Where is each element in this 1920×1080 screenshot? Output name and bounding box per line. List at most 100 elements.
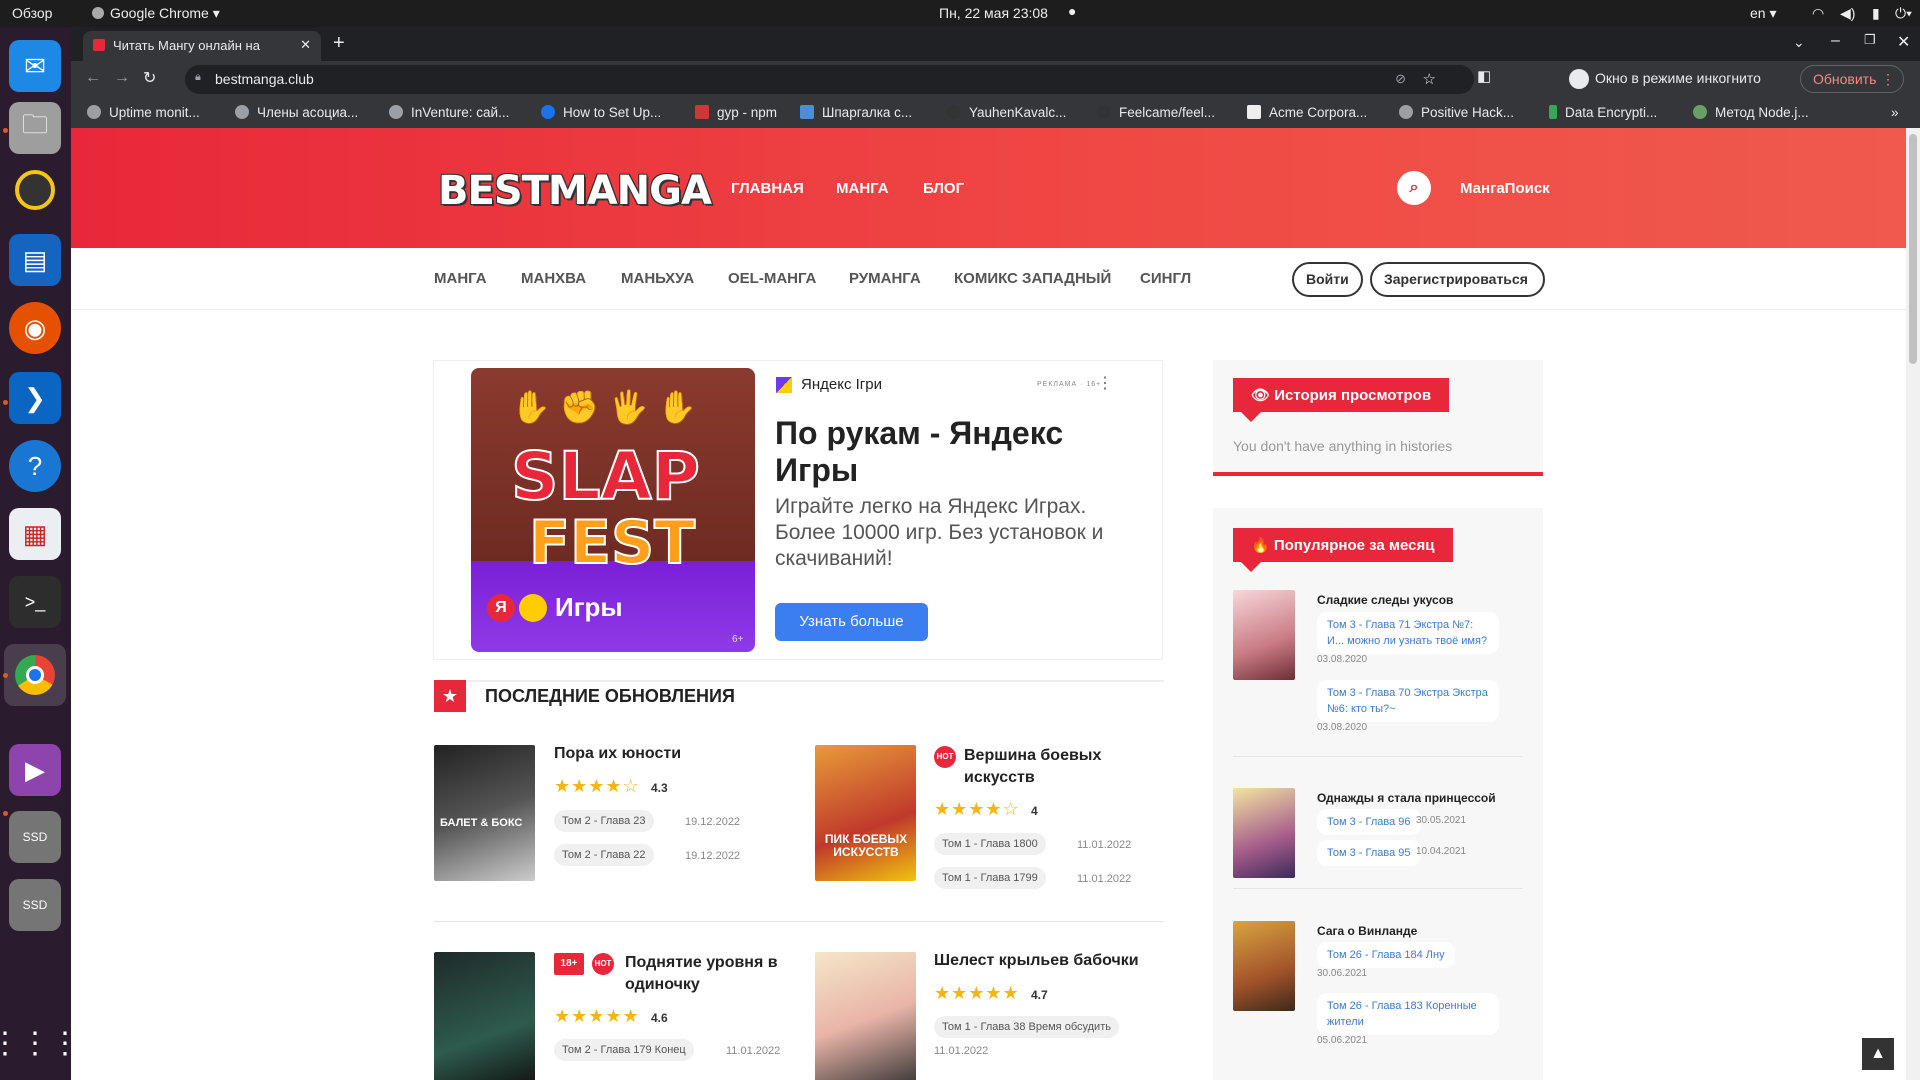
bookmarks-overflow-icon[interactable]: » [1891, 105, 1899, 120]
site-logo[interactable]: BESTMANGA [438, 168, 712, 214]
bookmark-item[interactable]: InVenture: сай... [389, 105, 509, 120]
chapter-link[interactable]: Том 1 - Глава 1800 [934, 833, 1046, 855]
category-manhwa[interactable]: МАНХВА [521, 270, 586, 287]
ad-menu-icon[interactable]: ⋮ [1097, 373, 1113, 393]
wifi-icon[interactable]: ◠ [1812, 5, 1824, 22]
tab-search-icon[interactable]: ⌄ [1793, 34, 1805, 51]
bookmark-item[interactable]: Positive Hack... [1399, 105, 1514, 120]
chapter-link[interactable]: Том 1 - Глава 1799 [934, 867, 1046, 889]
chapter-link[interactable]: Том 1 - Глава 38 Время обсудить [934, 1016, 1119, 1038]
category-single[interactable]: СИНГЛ [1140, 270, 1191, 287]
manga-cover[interactable] [815, 952, 916, 1080]
manga-cover[interactable] [1233, 590, 1295, 680]
manga-title[interactable]: Однажды я стала принцессой [1317, 791, 1496, 805]
thunderbird-icon[interactable]: ✉ [9, 40, 61, 92]
bookmark-item[interactable]: YauhenKavalc... [947, 105, 1066, 120]
chrome-dock-icon[interactable] [4, 644, 66, 706]
category-rumanga[interactable]: РУМАНГА [849, 270, 921, 287]
firefox-icon[interactable]: ◉ [9, 302, 61, 354]
document-viewer-icon[interactable]: ▦ [9, 508, 61, 560]
files-icon[interactable]: 🗀 [9, 102, 61, 154]
ad-image[interactable]: ✋ ✊ 🖐 ✋ SLAP FEST Я Игры 6+ [471, 368, 755, 652]
ssd-drive-icon-2[interactable]: SSD [9, 879, 61, 931]
page-scrollbar[interactable] [1906, 128, 1920, 1080]
category-oel-manga[interactable]: OEL-МАНГА [728, 270, 816, 287]
side-panel-icon[interactable]: ◧ [1477, 67, 1491, 85]
category-manhua[interactable]: МАНЬХУА [621, 270, 694, 287]
ad-brand[interactable]: Яндекс Ігри [801, 376, 882, 393]
chapter-link[interactable]: Том 3 - Глава 96 [1317, 809, 1421, 835]
ad-cta-button[interactable]: Узнать больше [775, 603, 928, 641]
clock[interactable]: Пн, 22 мая 23:08 [939, 5, 1048, 21]
rhythmbox-icon[interactable] [15, 170, 55, 210]
chapter-link[interactable]: Том 2 - Глава 23 [554, 810, 654, 832]
bookmark-item[interactable]: gyp - npm [695, 105, 777, 120]
chapter-link[interactable]: Том 26 - Глава 184 Лну [1317, 942, 1455, 968]
manga-cover[interactable] [1233, 788, 1295, 878]
show-apps-icon[interactable]: ⋮⋮⋮ [0, 1017, 80, 1069]
volume-icon[interactable]: ◀) [1840, 5, 1855, 22]
writer-icon[interactable]: ▤ [9, 234, 61, 286]
login-button[interactable]: Войти [1292, 262, 1363, 297]
maximize-icon[interactable]: ❐ [1864, 32, 1876, 48]
manga-cover[interactable] [1233, 921, 1295, 1011]
manga-title[interactable]: Шелест крыльев бабочки [934, 952, 1139, 970]
search-icon[interactable]: ⌕ [1397, 171, 1431, 205]
update-button[interactable]: Обновить ⋮ [1800, 65, 1904, 93]
bookmark-star-icon[interactable]: ☆ [1423, 70, 1436, 88]
chapter-link[interactable]: Том 3 - Глава 71 Экстра №7: И... можно л… [1317, 612, 1499, 654]
help-icon[interactable]: ? [9, 440, 61, 492]
activities-button[interactable]: Обзор [12, 5, 52, 21]
bookmark-item[interactable]: How to Set Up... [541, 105, 661, 120]
battery-icon[interactable]: ▮ [1872, 5, 1880, 22]
bookmark-item[interactable]: Data Encrypti... [1549, 105, 1657, 120]
language-indicator[interactable]: en ▾ [1750, 5, 1777, 22]
bookmark-item[interactable]: Acme Corpora... [1247, 105, 1367, 120]
vscode-icon[interactable]: ❯ [9, 372, 61, 424]
terminal-icon[interactable]: >_ [9, 576, 61, 628]
category-western-comics[interactable]: КОМИКС ЗАПАДНЫЙ [954, 270, 1111, 287]
tracking-blocked-icon[interactable]: ⊘ [1395, 71, 1406, 87]
bookmark-item[interactable]: Feelcame/feel... [1097, 105, 1215, 120]
app-menu[interactable]: Google Chrome ▾ [92, 5, 220, 22]
chapter-link[interactable]: Том 3 - Глава 95 [1317, 840, 1421, 866]
manga-cover[interactable]: БАЛЕТ & БОКС [434, 745, 535, 881]
ad-headline[interactable]: По рукам - Яндекс Игры [775, 415, 1105, 489]
manga-cover[interactable]: ПИК БОЕВЫХ ИСКУССТВ [815, 745, 916, 881]
forward-icon[interactable]: → [114, 69, 130, 87]
video-player-icon[interactable]: ▶ [9, 744, 61, 796]
scroll-to-top-button[interactable]: ▲ [1862, 1038, 1894, 1070]
scrollbar-thumb[interactable] [1909, 134, 1917, 364]
nav-home[interactable]: ГЛАВНАЯ [731, 180, 804, 197]
close-window-icon[interactable]: ✕ [1897, 32, 1910, 52]
register-button[interactable]: Зарегистрироваться [1370, 262, 1545, 297]
manga-cover[interactable] [434, 952, 535, 1080]
tab-close-icon[interactable]: ✕ [300, 37, 311, 53]
chapter-link[interactable]: Том 26 - Глава 183 Коренные жители [1317, 993, 1499, 1035]
incognito-indicator[interactable]: Окно в режиме инкогнито [1565, 65, 1761, 93]
category-manga[interactable]: МАНГА [434, 270, 487, 287]
chapter-link[interactable]: Том 2 - Глава 22 [554, 844, 654, 866]
tab-active[interactable]: Читать Мангу онлайн на ✕ [83, 31, 321, 61]
manga-title[interactable]: Сага о Винланде [1317, 924, 1417, 938]
bookmark-item[interactable]: Члены асоциа... [235, 105, 358, 120]
manga-title[interactable]: Вершина боевых искусств [964, 745, 1134, 789]
new-tab-icon[interactable]: + [333, 32, 345, 55]
chapter-link[interactable]: Том 3 - Глава 70 Экстра Экстра №6: кто т… [1317, 680, 1499, 722]
bookmark-item[interactable]: Шпаргалка с... [800, 105, 912, 120]
ssd-drive-icon[interactable]: SSD [9, 811, 61, 863]
address-bar[interactable]: 🔒︎ bestmanga.club ⊘ ☆ [185, 65, 1474, 94]
reload-icon[interactable]: ↻ [143, 68, 156, 88]
manga-title[interactable]: Поднятие уровня в одиночку [625, 952, 795, 996]
ad-banner[interactable]: ✋ ✊ 🖐 ✋ SLAP FEST Я Игры 6+ Яндекс Ігри … [433, 360, 1163, 660]
nav-manga[interactable]: МАНГА [836, 180, 889, 197]
power-menu-icon[interactable]: ⏻▾ [1895, 5, 1912, 22]
bookmark-item[interactable]: Метод Node.j... [1693, 105, 1809, 120]
bookmark-item[interactable]: Uptime monit... [87, 105, 200, 120]
manga-search-link[interactable]: МангаПоиск [1460, 180, 1550, 197]
chapter-link[interactable]: Том 2 - Глава 179 Конец [554, 1039, 694, 1061]
manga-title[interactable]: Пора их юности [554, 745, 681, 763]
nav-blog[interactable]: БЛОГ [923, 180, 964, 197]
minimize-icon[interactable]: – [1831, 32, 1840, 50]
manga-title[interactable]: Сладкие следы укусов [1317, 593, 1453, 607]
